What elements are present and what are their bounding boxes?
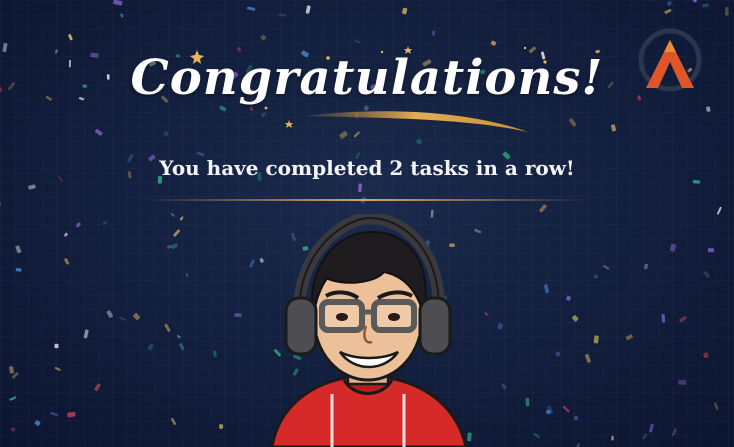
confetti-piece: [179, 216, 184, 221]
confetti-piece: [474, 228, 482, 234]
confetti-piece: [94, 383, 101, 392]
confetti-piece: [585, 353, 591, 363]
confetti-piece: [28, 184, 36, 190]
confetti-piece: [119, 316, 127, 322]
confetti-piece: [102, 221, 108, 225]
confetti-piece: [54, 343, 59, 349]
confetti-piece: [164, 323, 171, 332]
confetti-piece: [565, 295, 572, 301]
confetti-piece: [571, 315, 579, 322]
confetti-piece: [533, 432, 541, 439]
confetti-piece: [9, 396, 17, 401]
confetti-piece: [593, 274, 598, 279]
confetti-piece: [219, 424, 224, 429]
confetti-piece: [525, 397, 530, 407]
confetti-piece: [34, 420, 41, 426]
confetti-piece: [147, 343, 154, 351]
confetti-piece: [555, 351, 561, 357]
confetti-piece: [661, 313, 666, 323]
confetti-piece: [611, 435, 614, 441]
confetti-piece: [497, 323, 504, 330]
confetti-piece: [703, 270, 711, 278]
confetti-piece: [15, 267, 22, 272]
congratulations-title: Congratulations!: [130, 50, 604, 106]
confetti-piece: [64, 258, 70, 265]
confetti-piece: [708, 248, 714, 253]
confetti-piece: [170, 213, 175, 217]
confetti-piece: [669, 243, 677, 252]
confetti-piece: [75, 222, 81, 228]
confetti-piece: [593, 335, 599, 344]
confetti-piece: [15, 245, 22, 254]
confetti-piece: [9, 366, 14, 374]
confetti-piece: [179, 343, 185, 351]
confetti-piece: [603, 264, 610, 270]
confetti-piece: [67, 411, 76, 418]
confetti-piece: [678, 379, 687, 385]
brand-a-logo-icon: [638, 28, 702, 92]
confetti-piece: [562, 405, 570, 413]
cartoon-avatar-icon: [270, 214, 468, 447]
confetti-piece: [54, 366, 61, 371]
confetti-piece: [249, 259, 255, 268]
confetti-piece: [357, 183, 363, 193]
confetti-piece: [543, 284, 550, 294]
confetti-piece: [64, 232, 68, 237]
confetti-piece: [49, 411, 59, 417]
confetti-piece: [714, 402, 719, 410]
confetti-piece: [10, 427, 16, 432]
gold-swoosh: [304, 111, 528, 132]
streak-message: You have completed 2 tasks in a row!: [159, 156, 575, 180]
confetti-piece: [671, 428, 677, 436]
confetti-piece: [173, 229, 181, 237]
confetti-piece: [644, 263, 649, 270]
confetti-piece: [692, 179, 701, 184]
confetti-piece: [501, 383, 507, 390]
confetti-piece: [641, 433, 648, 440]
confetti-piece: [170, 243, 178, 250]
confetti-piece: [106, 310, 114, 318]
confetti-piece: [170, 417, 177, 426]
confetti-piece: [573, 415, 579, 421]
confetti-piece: [185, 272, 189, 278]
divider-line: [140, 199, 590, 201]
confetti-piece: [625, 334, 633, 341]
confetti-piece: [703, 352, 709, 359]
confetti-piece: [539, 204, 547, 213]
confetti-piece: [648, 423, 654, 433]
confetti-piece: [716, 206, 722, 215]
confetti-piece: [0, 201, 1, 207]
confetti-piece: [575, 443, 580, 447]
congratulations-screen: Congratulations! You have completed 2 ta…: [0, 0, 734, 447]
confetti-piece: [484, 312, 489, 316]
confetti-piece: [83, 329, 89, 339]
confetti-piece: [679, 315, 687, 323]
confetti-piece: [212, 350, 217, 357]
confetti-piece: [234, 313, 242, 318]
confetti-piece: [133, 312, 141, 321]
confetti-piece: [177, 334, 181, 339]
